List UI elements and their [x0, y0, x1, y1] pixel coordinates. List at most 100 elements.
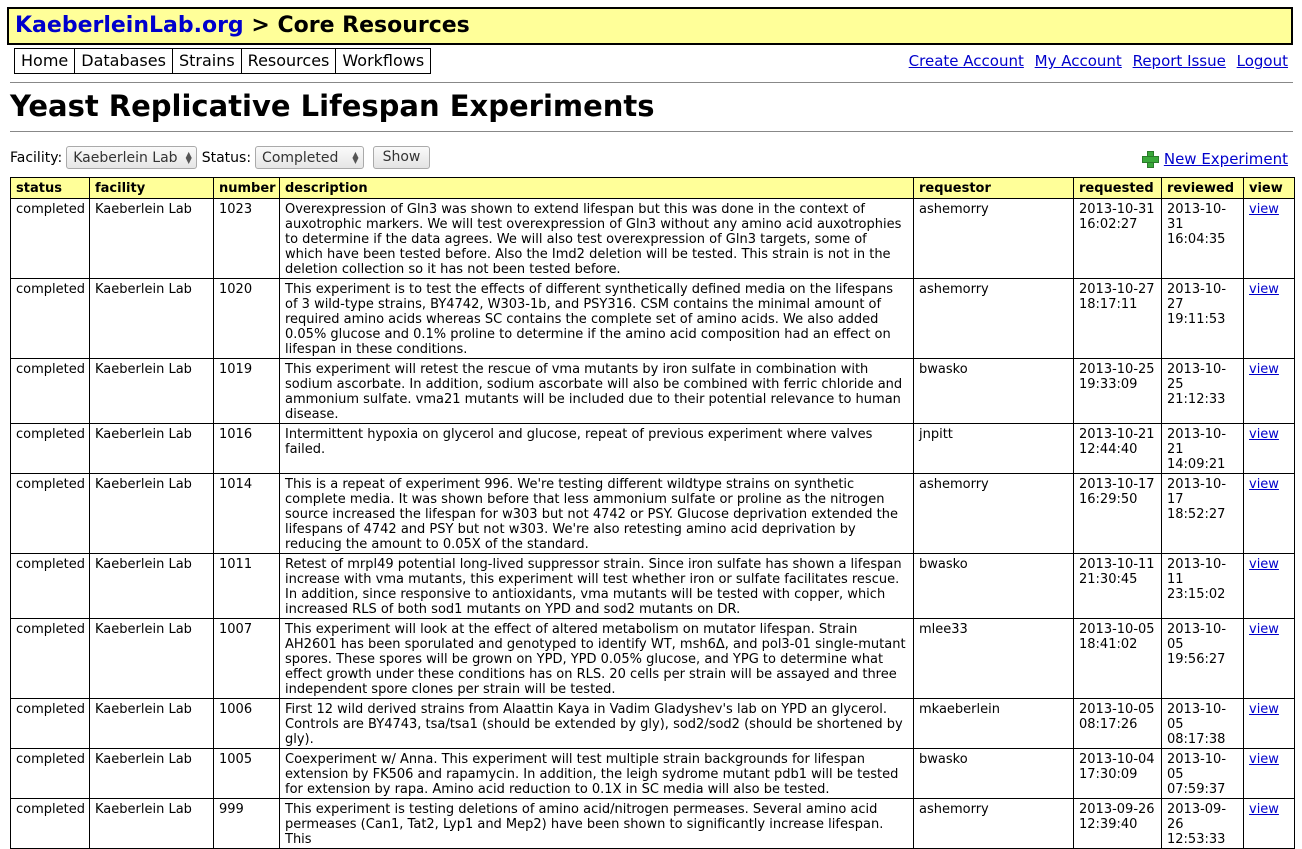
view-link[interactable]: view	[1249, 427, 1279, 442]
filter-bar: Facility: Kaeberlein Lab ▲ ▼ Status: Comp…	[10, 146, 431, 169]
cell-description: This experiment will look at the effect …	[279, 618, 914, 699]
col-header-description[interactable]: description	[279, 177, 914, 199]
new-experiment-link[interactable]: New Experiment	[1164, 150, 1288, 168]
nav-strains[interactable]: Strains	[172, 49, 242, 73]
view-link[interactable]: view	[1249, 282, 1279, 297]
table-row: completed Kaeberlein Lab 1019 This experime…	[10, 358, 1295, 424]
cell-requestor: bwasko	[913, 748, 1074, 799]
cell-status: completed	[10, 358, 90, 424]
cell-number: 1007	[213, 618, 280, 699]
cell-status: completed	[10, 473, 90, 554]
view-link[interactable]: view	[1249, 477, 1279, 492]
cell-requested: 2013-09-26 12:39:40	[1073, 798, 1162, 849]
cell-requestor: ashemorry	[913, 473, 1074, 554]
cell-number: 1016	[213, 423, 280, 474]
plus-icon[interactable]	[1141, 151, 1159, 168]
updown-arrow-icon: ▲ ▼	[352, 149, 359, 165]
main-nav: Home Databases Strains Resources Workflo…	[14, 48, 432, 74]
view-link[interactable]: view	[1249, 802, 1279, 817]
cell-requestor: ashemorry	[913, 798, 1074, 849]
cell-number: 1020	[213, 278, 280, 359]
nav-workflows[interactable]: Workflows	[336, 49, 432, 73]
col-header-requestor[interactable]: requestor	[913, 177, 1074, 199]
facility-select[interactable]: Kaeberlein Lab ▲ ▼	[66, 146, 197, 169]
nav-databases[interactable]: Databases	[75, 49, 173, 73]
nav-resources[interactable]: Resources	[241, 49, 337, 73]
cell-view: view	[1243, 698, 1295, 749]
cell-facility: Kaeberlein Lab	[89, 473, 214, 554]
logout-link[interactable]: Logout	[1237, 52, 1288, 70]
cell-requestor: mlee33	[913, 618, 1074, 699]
report-issue-link[interactable]: Report Issue	[1133, 52, 1226, 70]
cell-reviewed: 2013-10-05 07:59:37	[1161, 748, 1244, 799]
cell-facility: Kaeberlein Lab	[89, 278, 214, 359]
status-select[interactable]: Completed ▲ ▼	[255, 146, 364, 169]
cell-facility: Kaeberlein Lab	[89, 198, 214, 279]
cell-requested: 2013-10-27 18:17:11	[1073, 278, 1162, 359]
cell-description: This experiment is to test the effects o…	[279, 278, 914, 359]
cell-view: view	[1243, 423, 1295, 474]
show-button[interactable]: Show	[372, 146, 431, 169]
status-label: Status:	[201, 149, 252, 166]
banner-section: Core Resources	[277, 13, 470, 38]
col-header-facility[interactable]: facility	[89, 177, 214, 199]
table-row: completed Kaeberlein Lab 1016 Intermittent …	[10, 423, 1295, 474]
cell-requested: 2013-10-25 19:33:09	[1073, 358, 1162, 424]
view-link[interactable]: view	[1249, 702, 1279, 717]
cell-view: view	[1243, 278, 1295, 359]
my-account-link[interactable]: My Account	[1035, 52, 1122, 70]
table-header-row: status facility number description reque…	[10, 177, 1295, 199]
cell-facility: Kaeberlein Lab	[89, 358, 214, 424]
col-header-view[interactable]: view	[1243, 177, 1295, 199]
cell-facility: Kaeberlein Lab	[89, 748, 214, 799]
cell-status: completed	[10, 423, 90, 474]
cell-reviewed: 2013-10-05 08:17:38	[1161, 698, 1244, 749]
cell-reviewed: 2013-10-17 18:52:27	[1161, 473, 1244, 554]
cell-description: This is a repeat of experiment 996. We'r…	[279, 473, 914, 554]
table-body: completed Kaeberlein Lab 1023 Overexpressio…	[10, 198, 1295, 849]
table-row: completed Kaeberlein Lab 1014 This is a rep…	[10, 473, 1295, 554]
cell-requested: 2013-10-05 18:41:02	[1073, 618, 1162, 699]
cell-description: Overexpression of Gln3 was shown to exte…	[279, 198, 914, 279]
cell-status: completed	[10, 278, 90, 359]
cell-reviewed: 2013-10-31 16:04:35	[1161, 198, 1244, 279]
cell-number: 1011	[213, 553, 280, 619]
cell-view: view	[1243, 798, 1295, 849]
col-header-status[interactable]: status	[10, 177, 90, 199]
cell-requestor: mkaeberlein	[913, 698, 1074, 749]
table-row: completed Kaeberlein Lab 1007 This experime…	[10, 618, 1295, 699]
view-link[interactable]: view	[1249, 362, 1279, 377]
cell-status: completed	[10, 198, 90, 279]
cell-reviewed: 2013-10-05 19:56:27	[1161, 618, 1244, 699]
view-link[interactable]: view	[1249, 752, 1279, 767]
table-row: completed Kaeberlein Lab 1005 Coexperiment …	[10, 748, 1295, 799]
user-links: Create Account My Account Report Issue L…	[903, 52, 1288, 70]
divider-title	[10, 131, 1293, 132]
page-title: Yeast Replicative Lifespan Experiments	[10, 89, 655, 123]
col-header-reviewed[interactable]: reviewed	[1161, 177, 1244, 199]
cell-requestor: ashemorry	[913, 198, 1074, 279]
create-account-link[interactable]: Create Account	[909, 52, 1024, 70]
nav-home[interactable]: Home	[15, 49, 76, 73]
cell-requestor: jnpitt	[913, 423, 1074, 474]
facility-label: Facility:	[10, 149, 63, 166]
cell-status: completed	[10, 553, 90, 619]
site-home-link[interactable]: KaeberleinLab.org	[15, 13, 244, 38]
cell-reviewed: 2013-09-26 12:53:33	[1161, 798, 1244, 849]
view-link[interactable]: view	[1249, 202, 1279, 217]
view-link[interactable]: view	[1249, 557, 1279, 572]
view-link[interactable]: view	[1249, 622, 1279, 637]
cell-reviewed: 2013-10-21 14:09:21	[1161, 423, 1244, 474]
col-header-requested[interactable]: requested	[1073, 177, 1162, 199]
cell-requested: 2013-10-21 12:44:40	[1073, 423, 1162, 474]
cell-view: view	[1243, 748, 1295, 799]
table-row: completed Kaeberlein Lab 1011 Retest of mrp…	[10, 553, 1295, 619]
cell-number: 1006	[213, 698, 280, 749]
cell-description: First 12 wild derived strains from Alaat…	[279, 698, 914, 749]
cell-requested: 2013-10-17 16:29:50	[1073, 473, 1162, 554]
status-select-value: Completed	[262, 149, 339, 166]
cell-view: view	[1243, 358, 1295, 424]
col-header-number[interactable]: number	[213, 177, 280, 199]
table-row: completed Kaeberlein Lab 1020 This experime…	[10, 278, 1295, 359]
cell-requested: 2013-10-31 16:02:27	[1073, 198, 1162, 279]
